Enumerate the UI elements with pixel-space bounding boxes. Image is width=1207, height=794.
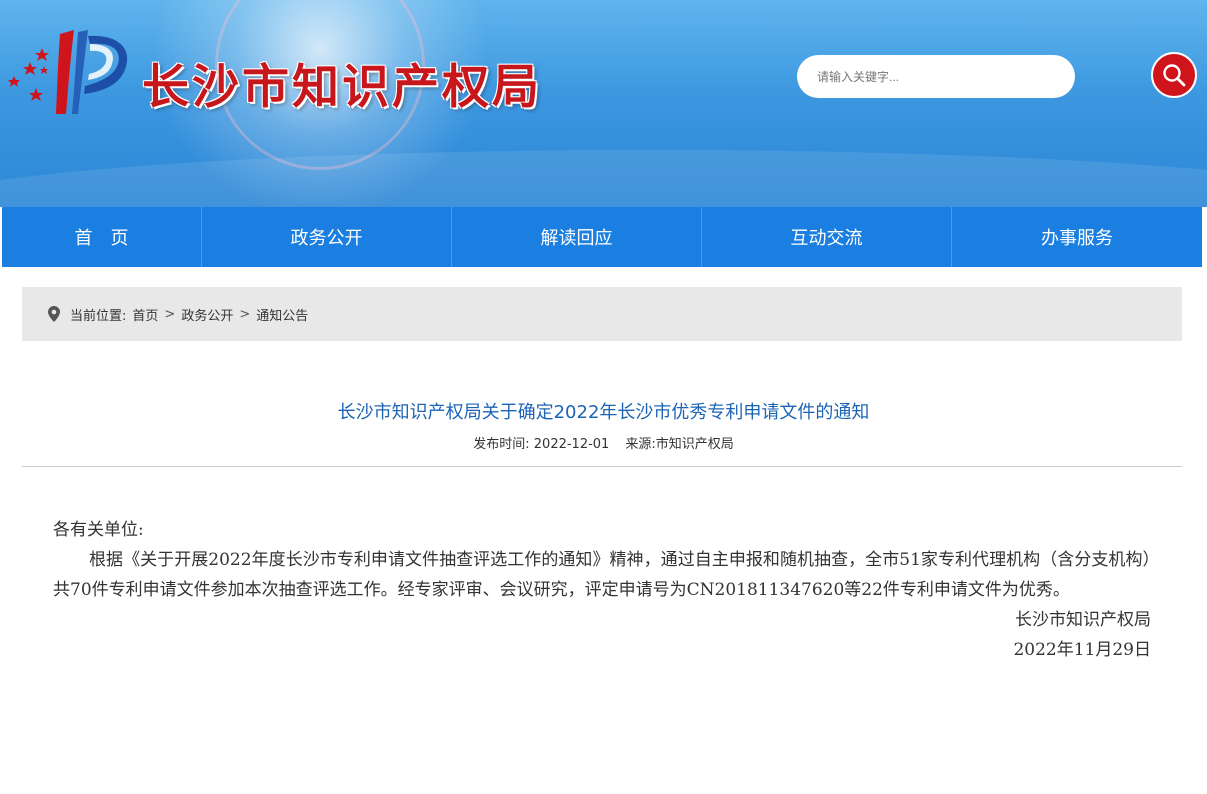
- nav-item-interpretation[interactable]: 解读回应: [452, 207, 702, 267]
- search-input[interactable]: [797, 55, 1075, 98]
- search-button[interactable]: [1151, 52, 1197, 98]
- nav-item-government-affairs[interactable]: 政务公开: [202, 207, 452, 267]
- article-paragraph: 根据《关于开展2022年度长沙市专利申请文件抽查评选工作的通知》精神，通过自主申…: [53, 550, 1151, 600]
- publish-time: 发布时间: 2022-12-01: [473, 437, 610, 452]
- nav-item-interaction[interactable]: 互动交流: [702, 207, 952, 267]
- article-signature: 长沙市知识产权局: [1015, 610, 1151, 630]
- breadcrumb-prefix: 当前位置:: [70, 308, 127, 324]
- nav-item-services[interactable]: 办事服务: [952, 207, 1202, 267]
- breadcrumb-link-government-affairs[interactable]: 政务公开: [181, 305, 233, 324]
- breadcrumb-separator: >: [239, 306, 251, 322]
- article-body: 各有关单位: 根据《关于开展2022年度长沙市专利申请文件抽查评选工作的通知》精…: [53, 515, 1151, 665]
- article-source: 来源:市知识产权局: [625, 437, 734, 452]
- article-title: 长沙市知识产权局关于确定2022年长沙市优秀专利申请文件的通知: [337, 402, 870, 423]
- divider: [22, 466, 1182, 467]
- article-salutation: 各有关单位:: [53, 520, 144, 540]
- search-icon: [1163, 64, 1186, 87]
- nav-item-home[interactable]: 首页: [2, 207, 202, 267]
- breadcrumb-link-notices[interactable]: 通知公告: [256, 305, 308, 324]
- location-pin-icon: [48, 306, 60, 322]
- breadcrumb-separator: >: [164, 306, 176, 322]
- site-title: 长沙市知识产权局: [142, 60, 542, 115]
- breadcrumb-link-home[interactable]: 首页: [132, 305, 158, 324]
- breadcrumb: 当前位置: 首页 > 政务公开 > 通知公告: [22, 287, 1182, 341]
- main-nav: 首页 政务公开 解读回应 互动交流 办事服务: [2, 207, 1202, 267]
- article-date: 2022年11月29日: [1013, 640, 1151, 660]
- site-logo[interactable]: [8, 22, 138, 118]
- logo-emblem-icon: [8, 30, 128, 114]
- banner-wave: [0, 150, 1207, 207]
- site-header: 长沙市知识产权局: [0, 0, 1207, 207]
- article-meta: 发布时间: 2022-12-01 来源:市知识产权局: [0, 433, 1207, 452]
